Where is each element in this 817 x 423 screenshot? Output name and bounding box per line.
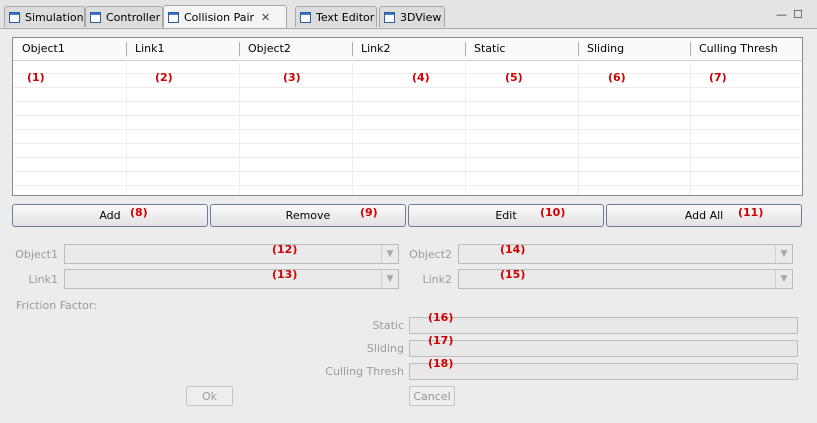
tab-label: Simulation [25,10,84,24]
view-icon [168,11,179,23]
column-header-link2[interactable]: Link2 [352,38,465,60]
view-icon [90,11,101,23]
static-label: Static [372,319,404,332]
column-header-object2[interactable]: Object2 [239,38,352,60]
view-icon [300,11,311,23]
annotation-marker: (5) [505,71,523,84]
minimize-icon[interactable]: — [776,8,787,21]
tab-controller[interactable]: Controller [85,6,163,27]
sliding-label: Sliding [366,342,404,355]
view-icon [9,11,20,23]
annotation-marker: (1) [27,71,45,84]
annotation-marker: (17) [428,334,454,347]
link1-combo[interactable]: ▼ [64,269,399,289]
column-header-sliding[interactable]: Sliding [578,38,690,60]
chevron-down-icon[interactable]: ▼ [381,270,398,288]
table-row[interactable] [13,172,802,186]
tab-label: Text Editor [316,10,375,24]
annotation-marker: (12) [272,243,298,256]
tab-label: Controller [106,10,161,24]
annotation-marker: (15) [500,268,526,281]
cancel-button[interactable]: Cancel [409,386,455,406]
edit-button[interactable]: Edit [408,204,604,227]
column-header-static[interactable]: Static [465,38,578,60]
annotation-marker: (13) [272,268,298,281]
ok-button[interactable]: Ok [186,386,233,406]
annotation-marker: (9) [360,206,378,219]
column-header-link1[interactable]: Link1 [126,38,239,60]
table-row[interactable] [13,158,802,172]
annotation-marker: (18) [428,357,454,370]
annotation-marker: (10) [540,206,566,219]
tab-label: Collision Pair [184,10,255,24]
table-header: Object1 Link1 Object2 Link2 Static Slidi… [13,38,802,61]
annotation-marker: (8) [130,206,148,219]
tab-simulation[interactable]: Simulation [4,6,85,27]
column-header-culling-thresh[interactable]: Culling Thresh [690,38,802,60]
annotation-marker: (16) [428,311,454,324]
table-row[interactable] [13,74,802,88]
close-icon[interactable]: ✕ [261,11,270,24]
annotation-marker: (3) [283,71,301,84]
column-header-object1[interactable]: Object1 [13,38,126,60]
table-row[interactable] [13,88,802,102]
collision-pair-table[interactable]: Object1 Link1 Object2 Link2 Static Slidi… [12,37,803,196]
tab-3dview[interactable]: 3DView [379,6,445,27]
view-tab-bar: Simulation Controller Collision Pair ✕ T… [0,0,817,29]
add-all-button[interactable]: Add All [606,204,802,227]
annotation-marker: (4) [412,71,430,84]
chevron-down-icon[interactable]: ▼ [381,245,398,263]
link1-label: Link1 [28,273,58,286]
sliding-field[interactable] [409,340,798,357]
annotation-marker: (7) [709,71,727,84]
chevron-down-icon[interactable]: ▼ [775,270,792,288]
annotation-marker: (11) [738,206,764,219]
culling-thresh-label: Culling Thresh [325,365,404,378]
add-button[interactable]: Add [12,204,208,227]
table-row[interactable] [13,144,802,158]
static-field[interactable] [409,317,798,334]
table-row[interactable] [13,60,802,74]
link2-label: Link2 [422,273,452,286]
annotation-marker: (14) [500,243,526,256]
annotation-marker: (2) [155,71,173,84]
table-row[interactable] [13,102,802,116]
tab-text-editor[interactable]: Text Editor [295,6,377,27]
chevron-down-icon[interactable]: ▼ [775,245,792,263]
view-icon [384,11,395,23]
tab-collision-pair[interactable]: Collision Pair ✕ [163,5,287,28]
culling-thresh-field[interactable] [409,363,798,380]
object2-label: Object2 [409,248,452,261]
friction-factor-label: Friction Factor: [16,299,97,312]
table-row[interactable] [13,116,802,130]
collision-pair-view: Object1 Link1 Object2 Link2 Static Slidi… [0,29,817,423]
object1-label: Object1 [15,248,58,261]
object1-combo[interactable]: ▼ [64,244,399,264]
maximize-icon[interactable]: ☐ [793,8,803,21]
table-row[interactable] [13,130,802,144]
tab-label: 3DView [400,10,442,24]
annotation-marker: (6) [608,71,626,84]
